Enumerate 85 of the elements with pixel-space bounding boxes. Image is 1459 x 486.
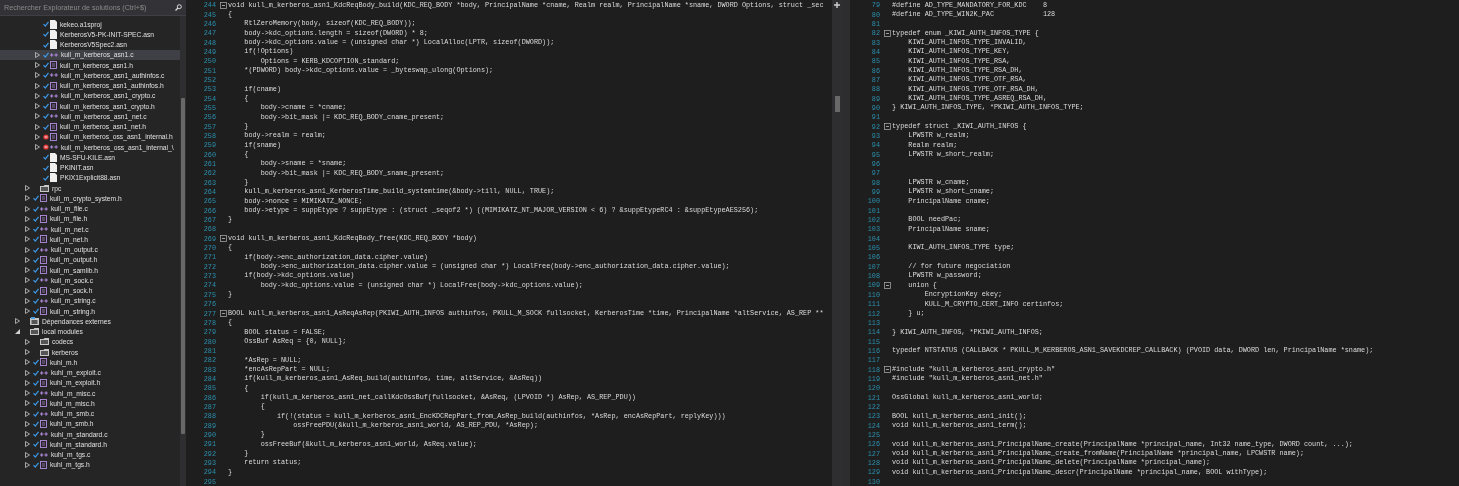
caret-icon[interactable] bbox=[25, 256, 30, 263]
caret-icon[interactable] bbox=[15, 328, 20, 335]
header-file-icon bbox=[40, 378, 47, 387]
header-file-icon bbox=[40, 194, 47, 203]
folder-icon bbox=[40, 184, 49, 192]
caret-icon[interactable] bbox=[35, 72, 40, 79]
caret-icon[interactable] bbox=[25, 420, 30, 427]
caret-icon[interactable] bbox=[25, 215, 30, 222]
caret-icon[interactable] bbox=[35, 82, 40, 89]
caret-icon[interactable] bbox=[25, 195, 30, 202]
caret-icon[interactable] bbox=[25, 267, 30, 274]
header-file-icon bbox=[40, 399, 47, 408]
caret-icon[interactable] bbox=[25, 369, 30, 376]
caret-icon[interactable] bbox=[35, 103, 40, 110]
folder-icon bbox=[40, 338, 49, 346]
cpp-file-icon bbox=[40, 226, 48, 233]
folder-icon bbox=[40, 348, 49, 356]
caret-icon[interactable] bbox=[25, 185, 30, 192]
header-file-icon bbox=[40, 266, 47, 275]
cpp-file-icon bbox=[40, 451, 48, 458]
caret-icon[interactable] bbox=[35, 62, 40, 69]
header-file-icon bbox=[50, 81, 57, 90]
cpp-file-icon bbox=[50, 113, 58, 120]
split-icon[interactable] bbox=[834, 2, 840, 8]
caret-icon[interactable] bbox=[25, 338, 30, 345]
scrollbar-thumb[interactable] bbox=[181, 98, 185, 434]
header-file-icon bbox=[40, 460, 47, 469]
cpp-file-icon bbox=[40, 431, 48, 438]
collapse-icon[interactable] bbox=[883, 123, 891, 131]
collapse-icon[interactable] bbox=[219, 235, 227, 243]
collapse-icon[interactable] bbox=[883, 366, 891, 374]
header-file-icon bbox=[40, 440, 47, 449]
header-file-icon bbox=[40, 307, 47, 316]
header-file-icon bbox=[40, 214, 47, 223]
cpp-file-icon bbox=[40, 410, 48, 417]
collapse-icon[interactable] bbox=[219, 1, 227, 9]
header-file-icon bbox=[40, 286, 47, 295]
header-file-icon bbox=[40, 255, 47, 264]
cpp-file-icon bbox=[50, 51, 58, 58]
caret-icon[interactable] bbox=[35, 133, 40, 140]
cpp-file-icon bbox=[50, 72, 58, 79]
references-icon bbox=[30, 317, 39, 326]
caret-icon[interactable] bbox=[25, 277, 30, 284]
caret-icon[interactable] bbox=[25, 226, 30, 233]
caret-icon[interactable] bbox=[25, 236, 30, 243]
header-file-icon bbox=[50, 61, 57, 70]
cpp-file-icon bbox=[40, 205, 48, 212]
caret-icon[interactable] bbox=[25, 431, 30, 438]
caret-icon[interactable] bbox=[15, 318, 20, 325]
cpp-file-icon bbox=[40, 390, 48, 397]
scrollbar-thumb[interactable] bbox=[834, 96, 840, 112]
collapse-icon[interactable] bbox=[219, 310, 227, 317]
caret-icon[interactable] bbox=[35, 92, 40, 99]
caret-icon[interactable] bbox=[25, 287, 30, 294]
folder-icon bbox=[30, 328, 39, 336]
header-file-icon bbox=[40, 235, 47, 244]
caret-icon[interactable] bbox=[35, 123, 40, 130]
collapse-icon[interactable] bbox=[883, 282, 891, 289]
cpp-file-icon bbox=[40, 277, 48, 284]
cpp-file-icon bbox=[40, 297, 48, 304]
caret-icon[interactable] bbox=[25, 359, 30, 366]
caret-icon[interactable] bbox=[25, 349, 30, 356]
cpp-file-icon bbox=[50, 92, 58, 99]
search-icon[interactable] bbox=[175, 4, 182, 11]
caret-icon[interactable] bbox=[25, 410, 30, 417]
header-file-icon bbox=[40, 358, 47, 367]
caret-icon[interactable] bbox=[25, 390, 30, 397]
cpp-file-icon bbox=[50, 144, 58, 151]
caret-icon[interactable] bbox=[25, 205, 30, 212]
cpp-file-icon bbox=[40, 369, 48, 376]
caret-icon[interactable] bbox=[35, 144, 40, 151]
caret-icon[interactable] bbox=[25, 400, 30, 407]
caret-icon[interactable] bbox=[25, 451, 30, 458]
caret-icon[interactable] bbox=[25, 308, 30, 315]
caret-icon[interactable] bbox=[25, 246, 30, 253]
header-file-icon bbox=[40, 419, 47, 428]
cpp-file-icon bbox=[40, 246, 48, 253]
caret-icon[interactable] bbox=[35, 51, 40, 58]
caret-icon[interactable] bbox=[25, 461, 30, 468]
caret-icon[interactable] bbox=[35, 113, 40, 120]
caret-icon[interactable] bbox=[25, 297, 30, 304]
caret-icon[interactable] bbox=[25, 379, 30, 386]
collapse-icon[interactable] bbox=[883, 29, 891, 37]
header-file-icon bbox=[50, 102, 57, 111]
caret-icon[interactable] bbox=[25, 441, 30, 448]
